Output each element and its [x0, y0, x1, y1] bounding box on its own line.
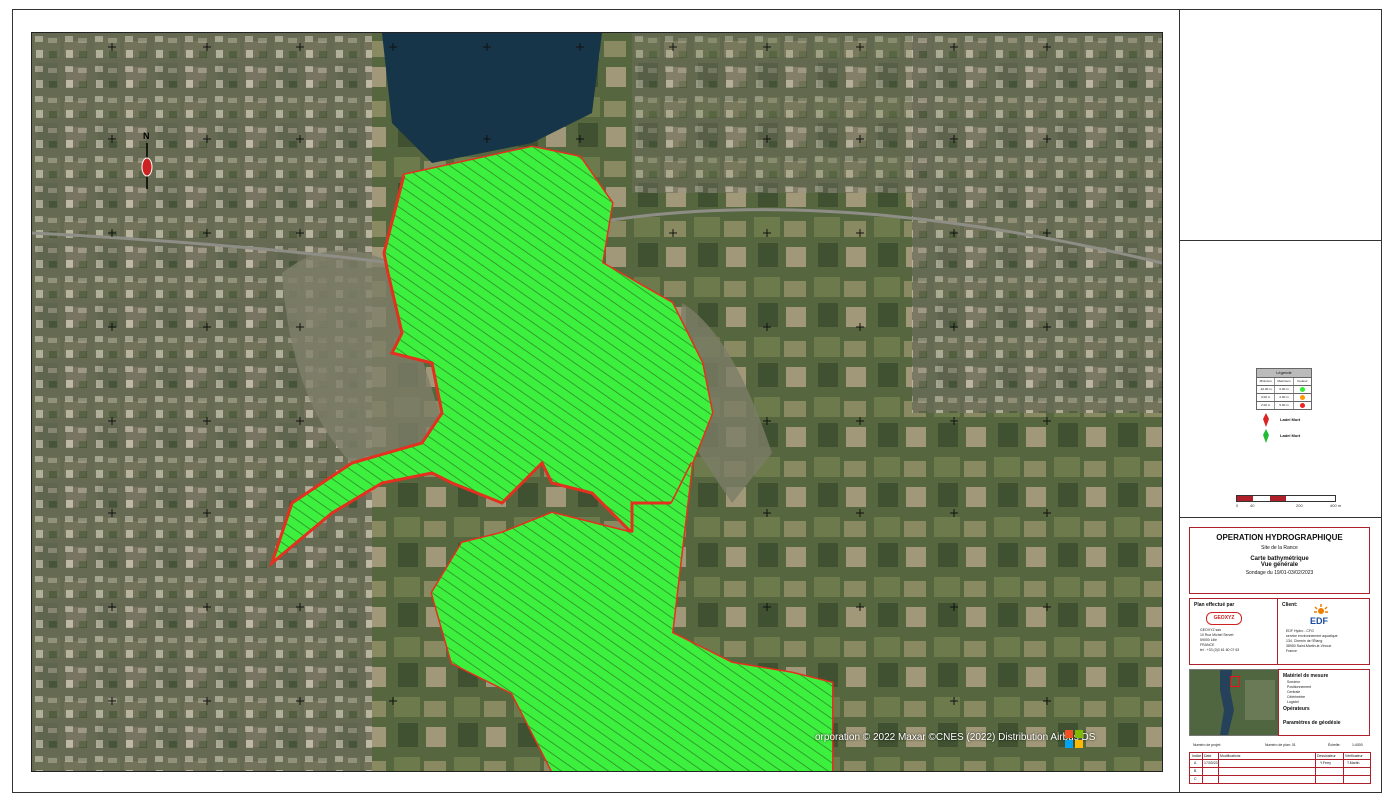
red-marker-label: Ladel Mort	[1280, 417, 1301, 422]
legend-row: 0.00 m 2.00 m	[1256, 394, 1312, 402]
red-marker-icon	[1263, 413, 1269, 427]
title-block: OPERATION HYDROGRAPHIQUE Site de la Ranc…	[1189, 527, 1370, 594]
geoxyz-logo: GEOXYZ	[1206, 612, 1242, 625]
panel-blank-top	[1180, 10, 1381, 241]
microsoft-logo-icon	[1065, 730, 1083, 748]
scale-bar	[1236, 495, 1336, 502]
location-inset-map[interactable]	[1189, 669, 1279, 736]
green-swatch-icon	[1299, 386, 1305, 392]
map-canvas	[32, 33, 1162, 771]
client-box: Client: EDF EDF Hydro - CFG service envi…	[1277, 598, 1370, 665]
north-arrow: N	[140, 131, 160, 191]
operation-title: OPERATION HYDROGRAPHIQUE	[1216, 533, 1343, 542]
performed-by-box: Plan effectué par GEOXYZ GEOXYZ sas 10 R…	[1189, 598, 1278, 665]
inset-extent-box	[1230, 676, 1240, 687]
legend: Légende Minimum Maximum Couleur -10.00 m…	[1256, 368, 1312, 410]
site-name: Site de la Rance	[1261, 545, 1298, 551]
orange-swatch-icon	[1299, 394, 1305, 400]
revision-table: Numéro de projet: Numéro de plan: 01 Éch…	[1189, 743, 1371, 784]
client-address: EDF Hydro - CFG service environnement aq…	[1286, 629, 1338, 653]
equipment-list: Sondeur Positionnement Centrale Célérimè…	[1287, 680, 1312, 704]
legend-row: 2.00 m 5.00 m	[1256, 402, 1312, 410]
map-frame: N orporation © 2022 Maxar ©CNES (2022) D…	[13, 10, 1180, 792]
view-title: Vue générale	[1260, 562, 1299, 568]
imagery-credit: orporation © 2022 Maxar ©CNES (2022) Dis…	[815, 732, 1096, 743]
north-arrow-icon	[141, 143, 153, 189]
green-marker-label: Ladel Mort	[1280, 433, 1301, 438]
edf-sun-icon	[1314, 604, 1328, 614]
geodesy-heading: Paramètres de géodésie	[1283, 720, 1341, 726]
survey-date: Sondage du 19/01-03/02/2023	[1245, 570, 1314, 576]
edf-logo: EDF	[1310, 616, 1328, 626]
cartouche-panel: Légende Minimum Maximum Couleur -10.00 m…	[1180, 10, 1381, 792]
legend-title: Légende	[1256, 368, 1312, 378]
operators-heading: Opérateurs	[1283, 706, 1310, 712]
satellite-map[interactable]: N	[31, 32, 1163, 772]
equipment-box: Matériel de mesure Sondeur Positionnemen…	[1278, 669, 1370, 736]
legend-row: -10.00 m 0.00 m	[1256, 386, 1312, 394]
green-marker-icon	[1263, 429, 1269, 443]
map-sheet: N orporation © 2022 Maxar ©CNES (2022) D…	[12, 9, 1382, 793]
red-swatch-icon	[1299, 402, 1305, 408]
performed-by-address: GEOXYZ sas 10 Rue Michel Servet 59000 Li…	[1200, 628, 1240, 652]
legend-header-row: Minimum Maximum Couleur	[1256, 378, 1312, 386]
